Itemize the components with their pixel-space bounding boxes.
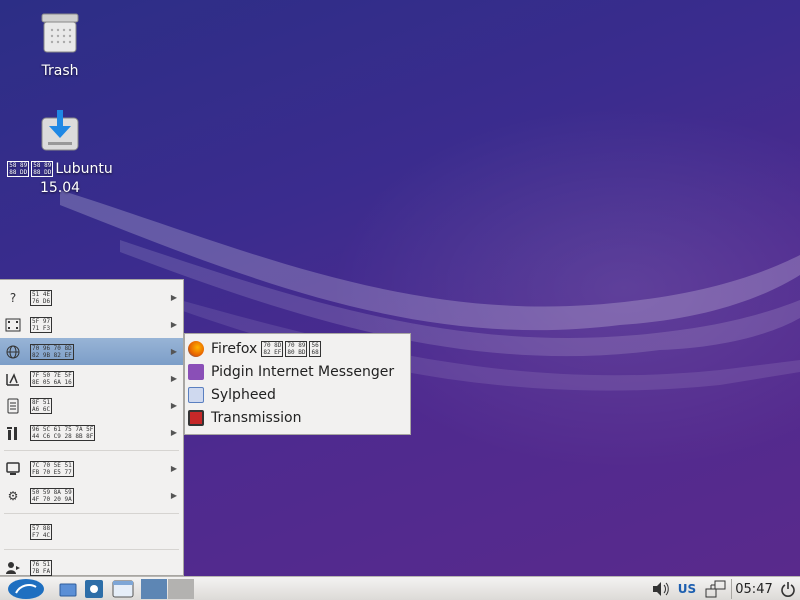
chevron-right-icon: ▶ (170, 293, 177, 302)
menu-item-run[interactable]: 57 88 F7 4C (0, 518, 183, 545)
sylpheed-label: Sylpheed (211, 386, 276, 403)
film-icon (5, 317, 21, 333)
trash-label: Trash (41, 63, 79, 79)
chevron-right-icon: ▶ (170, 491, 177, 500)
transmission-icon (188, 409, 204, 426)
pidgin-icon (188, 363, 204, 380)
chevron-right-icon: ▶ (170, 320, 177, 329)
menu-item-accessories[interactable]: 96 5C 61 75 7A 5F 44 C6 C9 28 8B 8F ▶ (0, 419, 183, 446)
clock[interactable]: 05:47 (735, 579, 773, 599)
glyph-box: 58 89 88 DD (31, 161, 54, 177)
window-icon (112, 580, 134, 598)
chevron-right-icon: ▶ (170, 428, 177, 437)
main-menu: ? 51 4E 76 D6 ▶ 5F 97 71 F3 ▶ 70 96 70 8D 8… (0, 279, 184, 576)
transmission-label: Transmission (211, 409, 302, 426)
gear-icon: ⚙ (7, 488, 19, 503)
chevron-right-icon: ▶ (170, 347, 177, 356)
graphics-icon (5, 371, 21, 387)
menu-item-internet[interactable]: 70 96 70 8D 82 9B 82 EF ▶ (0, 338, 183, 365)
submenu-item-transmission[interactable]: Transmission (185, 406, 410, 429)
pidgin-label: Pidgin Internet Messenger (211, 363, 395, 380)
network-icon (85, 580, 103, 598)
menu-separator (4, 450, 179, 451)
tray-separator (731, 579, 732, 599)
monitor-icon (5, 461, 21, 477)
question-icon: ? (9, 290, 17, 305)
power-button[interactable] (778, 579, 798, 599)
document-icon (5, 398, 21, 414)
taskbar: US 05:47 (0, 576, 800, 600)
trash-icon (36, 10, 84, 58)
menu-item-help[interactable]: ? 51 4E 76 D6 ▶ (0, 284, 183, 311)
firefox-label: Firefox (211, 340, 258, 357)
chevron-right-icon: ▶ (170, 374, 177, 383)
installer-icon (36, 108, 84, 156)
keyboard-layout-indicator[interactable]: US (676, 579, 698, 599)
file-manager-launcher[interactable] (57, 579, 79, 599)
glyph-box: 58 89 88 DD (7, 161, 30, 177)
submenu-item-sylpheed[interactable]: Sylpheed (185, 383, 410, 406)
menu-item-graphics[interactable]: 7F 50 7E 5F 8E 05 6A 16 ▶ (0, 365, 183, 392)
lubuntu-version: 15.04 (39, 180, 81, 196)
menu-separator (4, 549, 179, 550)
internet-submenu: Firefox 70 8D 82 EF 70 89 80 BD 56 68 Pidgin … (184, 333, 411, 435)
submenu-item-firefox[interactable]: Firefox 70 8D 82 EF 70 89 80 BD 56 68 (185, 337, 410, 360)
trash-desktop-icon[interactable]: Trash (5, 10, 115, 81)
menu-item-multimedia[interactable]: 5F 97 71 F3 ▶ (0, 311, 183, 338)
power-icon (781, 582, 795, 597)
browser-launcher[interactable] (83, 579, 105, 599)
network-status-icon[interactable] (704, 579, 728, 599)
install-lubuntu-desktop-icon[interactable]: 58 89 88 DD58 89 88 DD Lubuntu 15.04 (5, 108, 115, 198)
firefox-icon (188, 340, 204, 357)
volume-icon[interactable] (650, 579, 672, 599)
menu-item-office[interactable]: 8F 51 A6 6C ▶ (0, 392, 183, 419)
sylpheed-icon (188, 386, 204, 403)
lubuntu-logo-icon (8, 579, 44, 599)
lubuntu-label: Lubuntu (55, 161, 113, 177)
workspace-1[interactable] (141, 579, 167, 599)
menu-separator (4, 513, 179, 514)
chevron-right-icon: ▶ (170, 464, 177, 473)
chevron-right-icon: ▶ (170, 401, 177, 410)
logout-icon (5, 560, 21, 576)
show-desktop-button[interactable] (111, 579, 135, 599)
submenu-item-pidgin[interactable]: Pidgin Internet Messenger (185, 360, 410, 383)
workspace-2[interactable] (168, 579, 194, 599)
tools-icon (5, 425, 21, 441)
globe-icon (5, 344, 21, 360)
start-menu-button[interactable] (4, 579, 48, 599)
folder-icon (59, 583, 77, 597)
menu-item-preferences[interactable]: ⚙ 50 59 8A 59 4F 70 20 9A ▶ (0, 482, 183, 509)
menu-item-system[interactable]: 7C 70 5E 51 FB 70 E5 77 ▶ (0, 455, 183, 482)
